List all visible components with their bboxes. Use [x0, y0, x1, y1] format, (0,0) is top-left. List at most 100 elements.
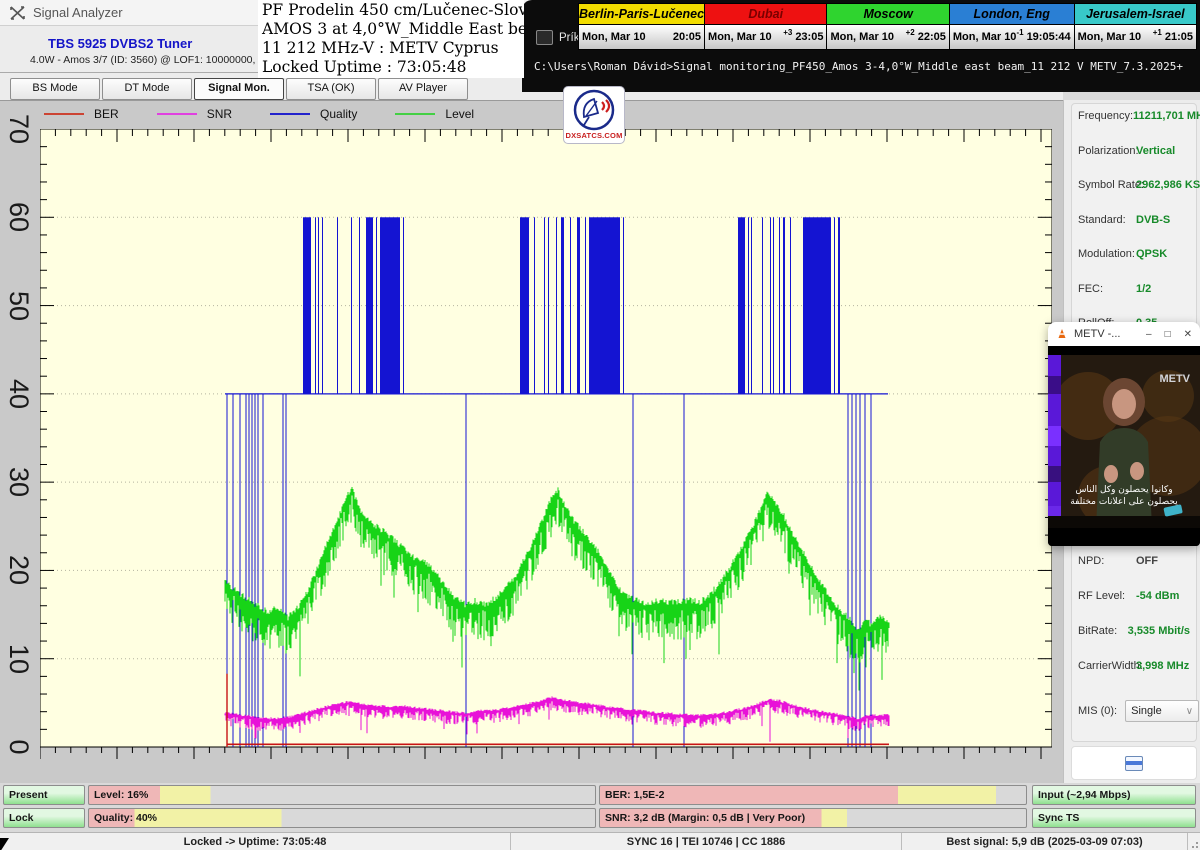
- parameter-value: 3,535 Mbit/s: [1128, 625, 1190, 637]
- mouse-cursor: [0, 838, 9, 850]
- y-tick-label: 40: [0, 374, 39, 414]
- parameter-label: RF Level:: [1078, 590, 1136, 602]
- clock-berlin: Berlin-Paris-Lučenec Mon, Mar 1020:05: [578, 3, 705, 50]
- signal-chart-panel: BER SNR Quality Level 010203040506070: [0, 100, 1063, 783]
- clock-city: Jerusalem-Israel: [1075, 4, 1196, 25]
- parameter-row: CarrierWidth:3,998 MHz: [1078, 660, 1190, 672]
- quality-line-swatch: [270, 113, 310, 115]
- parameter-label: CarrierWidth:: [1078, 660, 1136, 672]
- metv-watermark: METV: [1159, 373, 1190, 385]
- bs-mode-button[interactable]: BS Mode: [10, 78, 100, 100]
- clock-dubai: Dubai Mon, Mar 10+323:05: [704, 3, 827, 50]
- mis-select[interactable]: Single ∨: [1125, 700, 1199, 722]
- resize-grip[interactable]: [1188, 833, 1200, 850]
- parameter-value: 1/2: [1136, 283, 1151, 295]
- vlc-window[interactable]: METV -... – □ ✕ METV: [1048, 322, 1200, 546]
- clock-city: Moscow: [827, 4, 948, 25]
- tuner-name: TBS 5925 DVBS2 Tuner: [48, 36, 192, 51]
- subtitle-line-1: وكانوا يحصلون وكل الناس: [1075, 485, 1172, 495]
- parameter-row: Frequency:11211,701 MHz: [1078, 110, 1190, 122]
- mis-row: MIS (0): Single ∨: [1078, 700, 1199, 722]
- level-bar: Level: 16%: [88, 785, 596, 805]
- signal-analyzer-icon: [10, 6, 25, 20]
- vlc-title: METV -...: [1074, 328, 1120, 340]
- parameter-label: Polarization:: [1078, 145, 1136, 157]
- video-frame: METV وكانوا يحصلون وكل الناس يحصلون على …: [1048, 346, 1200, 546]
- clock-city: Dubai: [705, 4, 826, 25]
- clock-date: Mon, Mar 10: [953, 31, 1017, 43]
- present-indicator: Present: [3, 785, 85, 805]
- satellite-dish-icon: [572, 89, 616, 131]
- minimize-icon[interactable]: –: [1146, 329, 1152, 340]
- dt-mode-button[interactable]: DT Mode: [102, 78, 192, 100]
- person-hand-right: [1130, 462, 1144, 480]
- world-clocks: Berlin-Paris-Lučenec Mon, Mar 1020:05 Du…: [578, 3, 1196, 50]
- y-tick-label: 50: [0, 286, 39, 326]
- save-icon: [1125, 756, 1143, 771]
- parameter-row: Polarization:Vertical: [1078, 145, 1190, 157]
- ber-bar: BER: 1,5E-2: [599, 785, 1027, 805]
- parameter-row: NPD:OFF: [1078, 555, 1190, 567]
- clock-city: Berlin-Paris-Lučenec: [579, 4, 704, 25]
- quality-bar: Quality: 40%: [88, 808, 596, 828]
- clock-date: Mon, Mar 10: [830, 31, 905, 43]
- clock-jerusalem: Jerusalem-Israel Mon, Mar 10+121:05: [1074, 3, 1197, 50]
- y-tick-label: 60: [0, 197, 39, 237]
- parameter-row: RF Level:-54 dBm: [1078, 590, 1190, 602]
- parameter-row: BitRate:3,535 Mbit/s: [1078, 625, 1190, 637]
- snr-line-swatch: [157, 113, 197, 115]
- snr-bar: SNR: 3,2 dB (Margin: 0,5 dB | Very Poor): [599, 808, 1027, 828]
- close-icon[interactable]: ✕: [1184, 329, 1192, 340]
- y-tick-label: 0: [0, 727, 39, 767]
- signal-plot: [40, 129, 1052, 761]
- parameter-value: 11211,701 MHz: [1133, 110, 1200, 122]
- plot-area: 010203040506070: [40, 129, 1052, 761]
- clock-city: London, Eng: [950, 4, 1074, 25]
- maximize-icon[interactable]: □: [1165, 329, 1171, 340]
- input-indicator: Input (~2,94 Mbps): [1032, 785, 1196, 805]
- save-button[interactable]: [1071, 746, 1197, 780]
- studio-scene: METV وكانوا يحصلون وكل الناس يحصلون على …: [1048, 355, 1200, 528]
- y-tick-label: 20: [0, 550, 39, 590]
- parameter-value: OFF: [1136, 555, 1158, 567]
- caption-line-4: Locked Uptime : 73:05:48: [262, 58, 520, 77]
- status-uptime: Locked -> Uptime: 73:05:48: [0, 833, 511, 850]
- parameter-label: Modulation:: [1078, 248, 1136, 260]
- tsa-button[interactable]: TSA (OK): [286, 78, 376, 100]
- person-hand-left: [1104, 465, 1118, 483]
- parameter-value: 2962,986 KS/s: [1136, 179, 1200, 191]
- clock-time: 21:05: [1165, 31, 1193, 43]
- parameter-row: Modulation:QPSK: [1078, 248, 1190, 260]
- legend-label: Level: [445, 107, 474, 121]
- signal-mon-tab[interactable]: Signal Mon.: [194, 78, 284, 100]
- legend-label: BER: [94, 107, 119, 121]
- clock-date: Mon, Mar 10: [582, 31, 670, 43]
- lock-indicator: Lock: [3, 808, 85, 828]
- legend-quality: Quality: [270, 107, 357, 121]
- dxsatcs-logo: DXSATCS.COM: [563, 86, 625, 144]
- parameter-row: Symbol Rate:2962,986 KS/s: [1078, 179, 1190, 191]
- person-face: [1112, 389, 1136, 419]
- vlc-video[interactable]: METV وكانوا يحصلون وكل الناس يحصلون على …: [1048, 346, 1200, 546]
- parameter-value: DVB-S: [1136, 214, 1170, 226]
- av-player-button[interactable]: AV Player: [378, 78, 468, 100]
- clock-time: 23:05: [795, 31, 823, 43]
- legend-level: Level: [395, 107, 474, 121]
- caption-line-1: PF Prodelin 450 cm/Lučenec-Slovakia: [262, 1, 520, 20]
- person-torso: [1096, 428, 1152, 528]
- clock-moscow: Moscow Mon, Mar 10+222:05: [826, 3, 949, 50]
- chart-legend: BER SNR Quality Level: [44, 107, 474, 121]
- sync-ts-indicator: Sync TS: [1032, 808, 1196, 828]
- clock-offset: +1: [1153, 28, 1162, 37]
- chevron-down-icon: ∨: [1186, 706, 1193, 717]
- parameter-value: Vertical: [1136, 145, 1175, 157]
- clock-offset: +3: [783, 28, 792, 37]
- logo-text: DXSATCS.COM: [565, 131, 622, 140]
- clock-offset: +2: [906, 28, 915, 37]
- level-line-swatch: [395, 113, 435, 115]
- status-sync: SYNC 16 | TEI 10746 | CC 1886: [511, 833, 902, 850]
- clock-london: London, Eng Mon, Mar 10-119:05:44: [949, 3, 1075, 50]
- vlc-titlebar[interactable]: METV -... – □ ✕: [1048, 322, 1200, 346]
- parameter-row: Standard:DVB-S: [1078, 214, 1190, 226]
- caption-line-3: 11 212 MHz-V : METV Cyprus: [262, 39, 520, 58]
